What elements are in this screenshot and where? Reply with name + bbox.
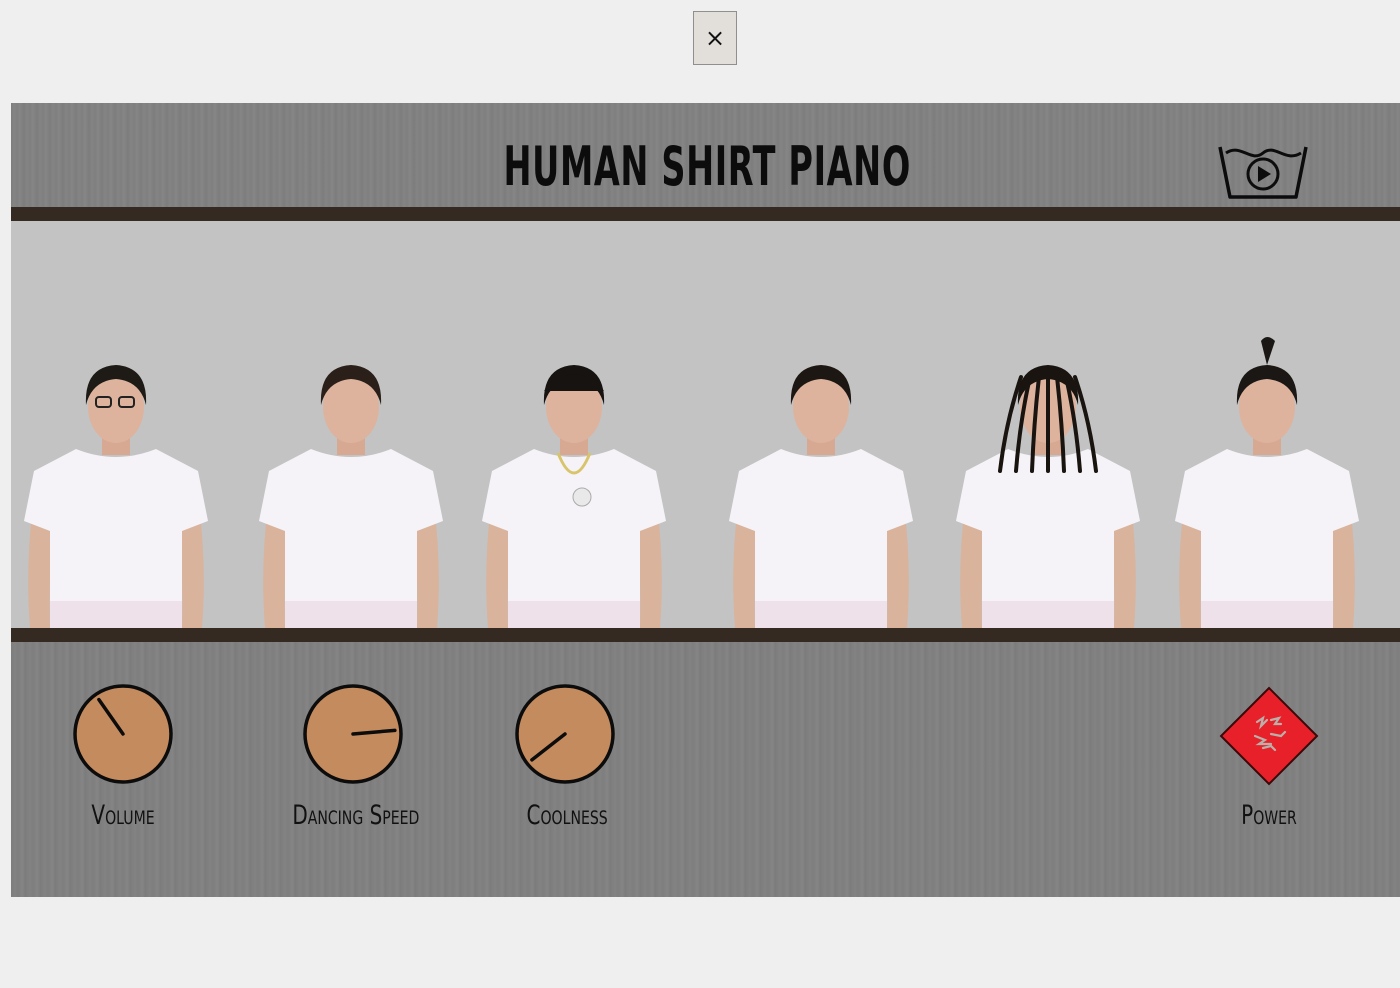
power-button[interactable]: [1219, 686, 1319, 786]
coolness-control: Coolness: [513, 682, 617, 831]
performer-2[interactable]: [259, 365, 443, 628]
performer-stage: [11, 221, 1400, 628]
control-panel: Volume Dancing Speed Coolness Power: [11, 642, 1400, 897]
wash-symbol-play-icon: [1218, 146, 1308, 199]
top-rail: [11, 207, 1400, 221]
performer-6[interactable]: [1175, 337, 1359, 628]
performer-5[interactable]: [956, 365, 1140, 628]
power-label: Power: [1241, 800, 1297, 831]
app-window: HUMAN SHIRT PIANO Volume Dancing Speed C…: [11, 103, 1400, 897]
volume-knob[interactable]: [71, 682, 175, 786]
volume-label: Volume: [91, 800, 155, 831]
bottom-rail: [11, 628, 1400, 642]
performer-1[interactable]: [24, 365, 208, 628]
coolness-knob[interactable]: [513, 682, 617, 786]
header: HUMAN SHIRT PIANO: [11, 103, 1400, 207]
dancing-speed-knob[interactable]: [301, 682, 405, 786]
dancing-speed-control: Dancing Speed: [271, 682, 435, 831]
page-title: HUMAN SHIRT PIANO: [503, 135, 911, 198]
performers: [24, 337, 1359, 628]
power-control: Power: [1216, 686, 1322, 831]
performer-3[interactable]: [482, 365, 666, 628]
play-button[interactable]: [1217, 141, 1309, 201]
coolness-label: Coolness: [526, 800, 608, 831]
volume-control: Volume: [71, 682, 175, 831]
performer-4[interactable]: [729, 365, 913, 628]
close-icon: ×: [704, 24, 726, 52]
screen: × HUMAN SHIRT PIANO Volume Dancing Speed…: [0, 0, 1400, 988]
close-button[interactable]: ×: [693, 11, 737, 65]
dancing-speed-label: Dancing Speed: [292, 800, 420, 831]
